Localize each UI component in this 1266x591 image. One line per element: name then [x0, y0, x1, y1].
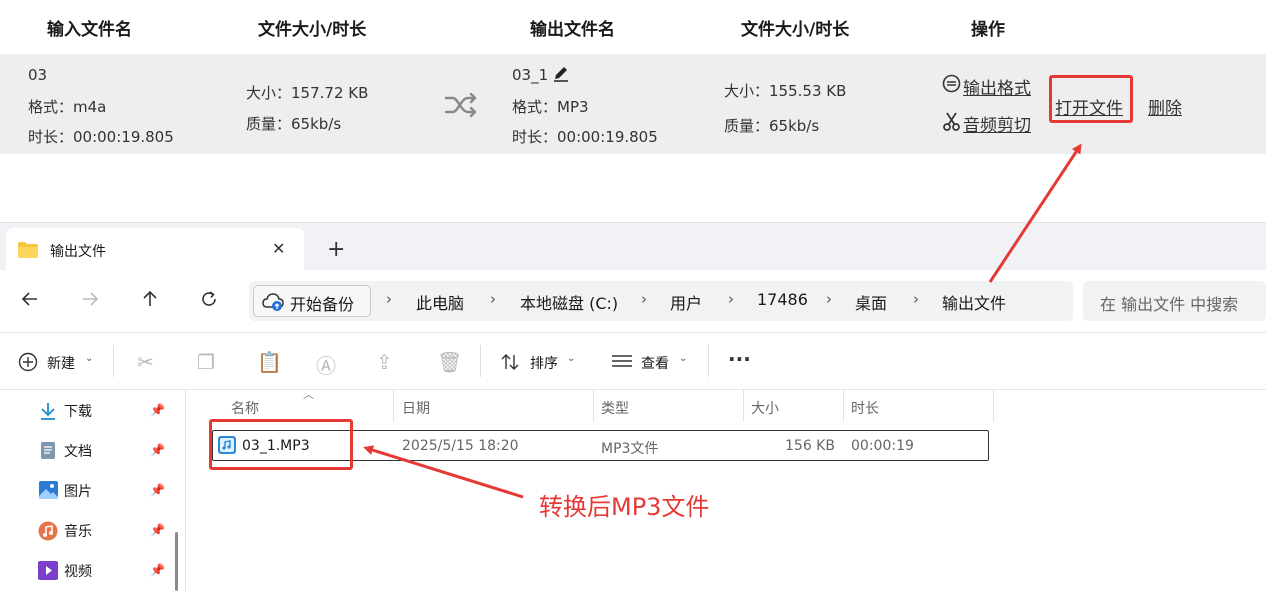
arrow-to-open-file: [988, 143, 1082, 283]
annotation-label: 转换后MP3文件: [539, 493, 710, 521]
arrow-to-mp3-file: [363, 445, 524, 499]
